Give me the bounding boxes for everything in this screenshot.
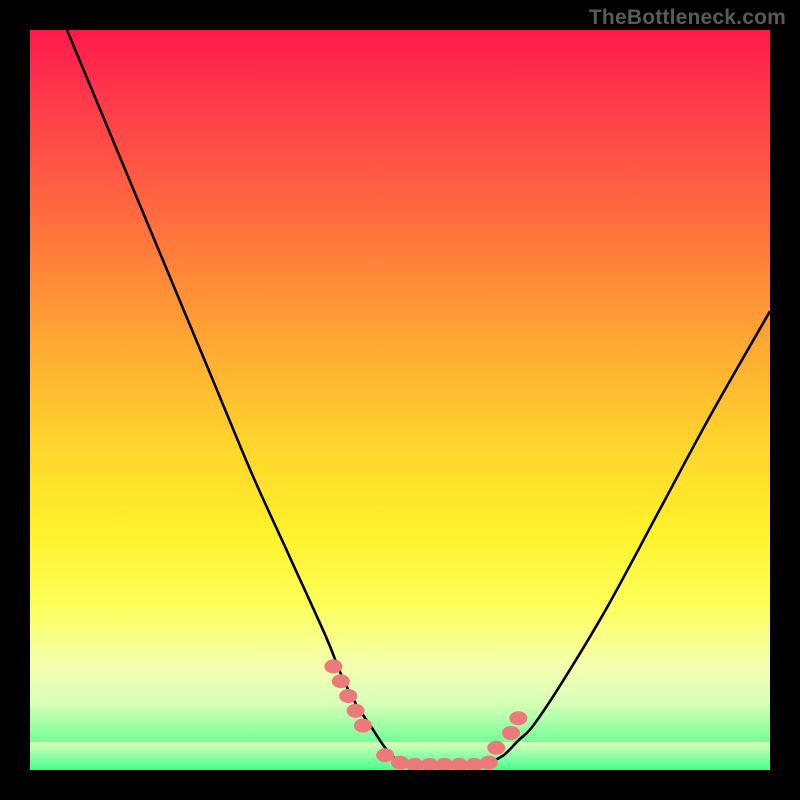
markers-group [324, 659, 527, 770]
watermark-text: TheBottleneck.com [589, 6, 786, 30]
marker-point [339, 689, 357, 703]
marker-point [376, 748, 394, 762]
marker-point [354, 719, 372, 733]
marker-point [347, 704, 365, 718]
plot-area [30, 30, 770, 770]
marker-point [509, 711, 527, 725]
marker-point [332, 674, 350, 688]
marker-point [324, 659, 342, 673]
curve-group [67, 30, 770, 767]
marker-point [487, 741, 505, 755]
curve-svg [30, 30, 770, 770]
marker-point [480, 756, 498, 770]
bottleneck-curve [67, 30, 770, 767]
marker-point [502, 726, 520, 740]
chart-frame: TheBottleneck.com [0, 0, 800, 800]
